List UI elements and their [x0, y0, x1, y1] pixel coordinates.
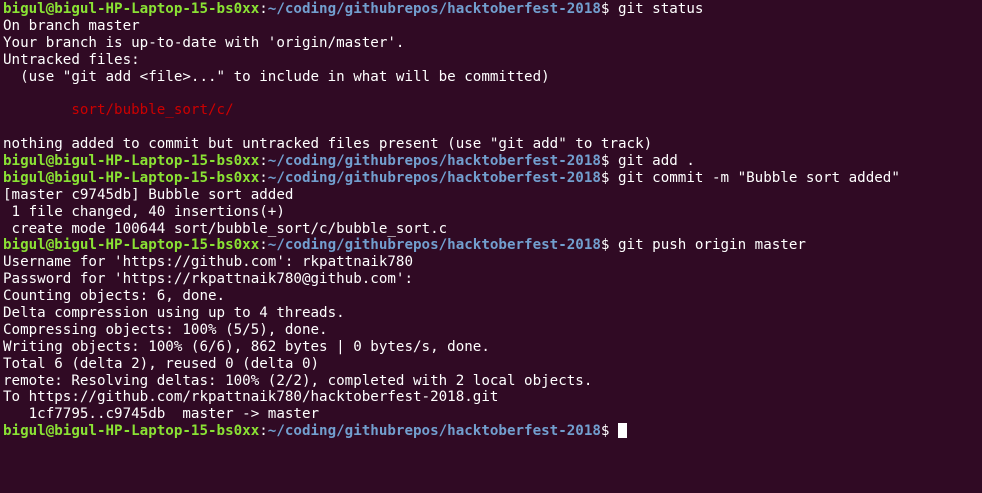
prompt-line: bigul@bigul-HP-Laptop-15-bs0xx:~/coding/… [3, 423, 982, 440]
output-text: Password for 'https://rkpattnaik780@gith… [3, 271, 413, 288]
output-line: Compressing objects: 100% (5/5), done. [3, 322, 982, 339]
output-text: remote: Resolving deltas: 100% (2/2), co… [3, 372, 593, 389]
output-text: Total 6 (delta 2), reused 0 (delta 0) [3, 355, 320, 372]
output-line: Total 6 (delta 2), reused 0 (delta 0) [3, 356, 982, 373]
output-text: 1 file changed, 40 insertions(+) [3, 203, 285, 220]
output-text: (use "git add <file>..." to include in w… [3, 68, 550, 85]
output-text: On branch master [3, 17, 140, 34]
output-line: On branch master [3, 18, 982, 35]
output-line: Untracked files: [3, 52, 982, 69]
output-line: Your branch is up-to-date with 'origin/m… [3, 35, 982, 52]
output-line: (use "git add <file>..." to include in w… [3, 69, 982, 86]
output-text: create mode 100644 sort/bubble_sort/c/bu… [3, 220, 448, 237]
prompt-line: bigul@bigul-HP-Laptop-15-bs0xx:~/coding/… [3, 170, 982, 187]
output-line: 1 file changed, 40 insertions(+) [3, 204, 982, 221]
output-line: [master c9745db] Bubble sort added [3, 187, 982, 204]
terminal-output[interactable]: bigul@bigul-HP-Laptop-15-bs0xx:~/coding/… [0, 0, 982, 493]
output-text: Your branch is up-to-date with 'origin/m… [3, 34, 405, 51]
prompt-path: ~/coding/githubrepos/hacktoberfest-2018 [267, 237, 601, 254]
output-text: sort/bubble_sort/c/ [3, 102, 234, 119]
prompt-line: bigul@bigul-HP-Laptop-15-bs0xx:~/coding/… [3, 153, 982, 170]
prompt-separator: : [259, 169, 268, 186]
prompt-line: bigul@bigul-HP-Laptop-15-bs0xx:~/coding/… [3, 237, 982, 254]
output-line: Username for 'https://github.com': rkpat… [3, 254, 982, 271]
output-text: 1cf7795..c9745db master -> master [3, 406, 320, 423]
prompt-user-host: bigul@bigul-HP-Laptop-15-bs0xx [3, 423, 260, 440]
prompt-separator: : [259, 153, 268, 170]
text-cursor[interactable] [618, 423, 628, 439]
output-text: Untracked files: [3, 51, 140, 68]
output-line: remote: Resolving deltas: 100% (2/2), co… [3, 373, 982, 390]
prompt-path: ~/coding/githubrepos/hacktoberfest-2018 [267, 1, 601, 17]
prompt-user-host: bigul@bigul-HP-Laptop-15-bs0xx [3, 169, 260, 186]
prompt-path: ~/coding/githubrepos/hacktoberfest-2018 [267, 169, 601, 186]
output-text: nothing added to commit but untracked fi… [3, 136, 653, 153]
output-text: Counting objects: 6, done. [3, 288, 226, 305]
output-line: To https://github.com/rkpattnaik780/hack… [3, 389, 982, 406]
output-line: Writing objects: 100% (6/6), 862 bytes |… [3, 339, 982, 356]
output-text: Writing objects: 100% (6/6), 862 bytes |… [3, 338, 490, 355]
command-text: git add . [609, 153, 695, 170]
output-line: Delta compression using up to 4 threads. [3, 305, 982, 322]
prompt-user-host: bigul@bigul-HP-Laptop-15-bs0xx [3, 153, 260, 170]
command-text: git status [609, 1, 704, 17]
output-text: [master c9745db] Bubble sort added [3, 186, 294, 203]
output-text: Username for 'https://github.com': rkpat… [3, 254, 413, 271]
prompt-user-host: bigul@bigul-HP-Laptop-15-bs0xx [3, 237, 260, 254]
prompt-path: ~/coding/githubrepos/hacktoberfest-2018 [267, 153, 601, 170]
output-line: Password for 'https://rkpattnaik780@gith… [3, 271, 982, 288]
prompt-separator: : [259, 1, 268, 17]
output-text: Delta compression using up to 4 threads. [3, 305, 345, 322]
command-text [609, 423, 618, 439]
output-line: create mode 100644 sort/bubble_sort/c/bu… [3, 221, 982, 238]
output-line: 1cf7795..c9745db master -> master [3, 406, 982, 423]
prompt-separator: : [259, 237, 268, 254]
command-text: git commit -m "Bubble sort added" [609, 169, 900, 186]
command-text: git push origin master [609, 237, 806, 254]
prompt-path: ~/coding/githubrepos/hacktoberfest-2018 [267, 423, 601, 440]
output-line: nothing added to commit but untracked fi… [3, 136, 982, 153]
untracked-file-line: sort/bubble_sort/c/ [3, 102, 982, 119]
output-text: To https://github.com/rkpattnaik780/hack… [3, 389, 499, 406]
prompt-line: bigul@bigul-HP-Laptop-15-bs0xx:~/coding/… [3, 1, 982, 18]
output-line: Counting objects: 6, done. [3, 288, 982, 305]
prompt-user-host: bigul@bigul-HP-Laptop-15-bs0xx [3, 1, 260, 17]
output-text: Compressing objects: 100% (5/5), done. [3, 321, 328, 338]
prompt-separator: : [259, 423, 268, 440]
